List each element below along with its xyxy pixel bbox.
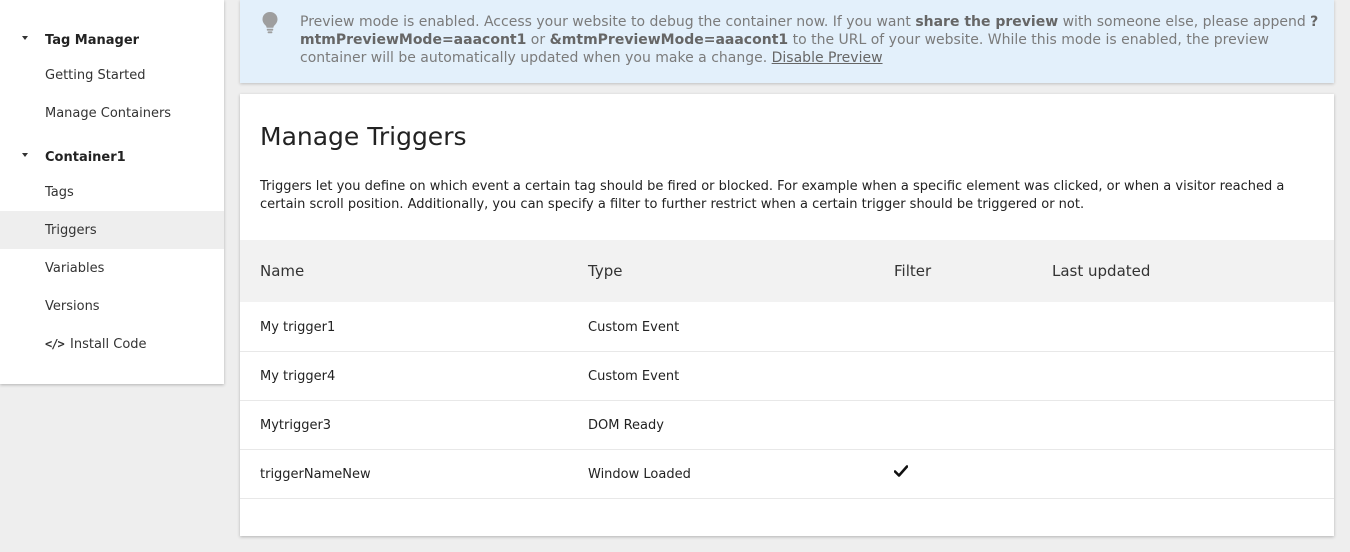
disable-preview-link[interactable]: Disable Preview xyxy=(772,50,883,66)
trigger-name: My trigger1 xyxy=(260,320,336,335)
sidebar-item-getting-started[interactable]: Getting Started xyxy=(0,56,224,94)
table-row[interactable]: My trigger4 Custom Event xyxy=(240,352,1334,401)
preview-mode-banner: Preview mode is enabled. Access your web… xyxy=(240,0,1334,83)
sidebar-item-variables[interactable]: Variables xyxy=(0,249,224,287)
trigger-name: My trigger4 xyxy=(260,369,336,384)
section-title: Tag Manager xyxy=(45,32,140,48)
caret-down-icon xyxy=(22,36,28,40)
sidebar-item-versions[interactable]: Versions xyxy=(0,287,224,325)
column-header-filter[interactable]: Filter xyxy=(894,262,931,280)
banner-emphasis: share the preview xyxy=(915,14,1059,30)
sidebar-item-label: Variables xyxy=(45,260,105,276)
lightbulb-icon xyxy=(262,12,278,34)
sidebar: Tag Manager Getting Started Manage Conta… xyxy=(0,0,224,384)
trigger-type: Window Loaded xyxy=(588,467,691,482)
page-description: Triggers let you define on which event a… xyxy=(260,179,1285,212)
sidebar-item-label: Install Code xyxy=(70,336,147,352)
column-header-name[interactable]: Name xyxy=(260,262,304,280)
banner-text: with someone else, please append xyxy=(1058,14,1311,30)
manage-triggers-card: Manage Triggers Triggers let you define … xyxy=(240,94,1334,536)
trigger-type: Custom Event xyxy=(588,320,680,335)
code-icon: </> xyxy=(45,337,65,351)
banner-text: or xyxy=(526,32,550,48)
section-title: Container1 xyxy=(45,149,126,165)
trigger-type: DOM Ready xyxy=(588,418,664,433)
banner-text: Preview mode is enabled. Access your web… xyxy=(300,14,916,30)
column-header-type[interactable]: Type xyxy=(588,262,622,280)
checkmark-icon xyxy=(894,465,908,477)
table-row[interactable]: triggerNameNew Window Loaded xyxy=(240,450,1334,499)
trigger-type: Custom Event xyxy=(588,369,680,384)
sidebar-item-label: Versions xyxy=(45,298,100,314)
table-row[interactable]: Mytrigger3 DOM Ready xyxy=(240,401,1334,450)
column-header-last-updated[interactable]: Last updated xyxy=(1052,262,1150,280)
sidebar-item-label: Tags xyxy=(45,184,74,200)
table-header: Name Type Filter Last updated xyxy=(240,240,1334,302)
sidebar-item-tags[interactable]: Tags xyxy=(0,173,224,211)
page-title: Manage Triggers xyxy=(260,122,467,151)
sidebar-item-label: Triggers xyxy=(45,222,97,238)
sidebar-item-label: Manage Containers xyxy=(45,105,172,121)
sidebar-item-install-code[interactable]: </> Install Code xyxy=(0,325,224,363)
section-tag-manager[interactable]: Tag Manager xyxy=(0,28,224,52)
section-container1[interactable]: Container1 xyxy=(0,145,224,169)
trigger-name: Mytrigger3 xyxy=(260,418,332,433)
sidebar-item-manage-containers[interactable]: Manage Containers xyxy=(0,94,224,132)
trigger-name: triggerNameNew xyxy=(260,467,371,482)
sidebar-item-triggers[interactable]: Triggers xyxy=(0,211,224,249)
table-row[interactable]: My trigger1 Custom Event xyxy=(240,303,1334,352)
sidebar-item-label: Getting Started xyxy=(45,67,146,83)
preview-message: Preview mode is enabled. Access your web… xyxy=(300,13,1320,67)
preview-param-ampersand: &mtmPreviewMode=aaacont1 xyxy=(549,32,789,48)
caret-down-icon xyxy=(22,153,28,157)
